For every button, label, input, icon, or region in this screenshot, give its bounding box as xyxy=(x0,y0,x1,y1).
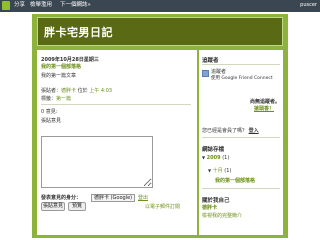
labels-prefix: 標籤： xyxy=(41,96,57,102)
preview-button[interactable]: 預覽 xyxy=(68,202,86,211)
archive-year-link[interactable]: 2009 xyxy=(207,155,221,161)
already-member-line: 您已經是會員了嗎？ 登入 xyxy=(202,128,259,134)
no-followers-text: 尚無追蹤者。 xyxy=(250,99,281,105)
nav-next-blog-link[interactable]: 下一個網誌» xyxy=(60,1,91,10)
sidebar-divider-1 xyxy=(202,137,280,138)
logout-link[interactable]: 登出 xyxy=(138,195,148,201)
nav-share-link[interactable]: 分享 xyxy=(14,1,25,10)
blog-title[interactable]: 胖卡宅男日記 xyxy=(44,24,113,40)
login-link[interactable]: 登入 xyxy=(249,128,259,134)
post-divider xyxy=(41,104,191,105)
already-member-text: 您已經是會員了嗎？ xyxy=(202,128,248,134)
be-first-link[interactable]: 搶頭香！ xyxy=(254,106,274,112)
post-comment-heading: 張貼意見 xyxy=(41,118,62,124)
publish-comment-button[interactable]: 張貼意見 xyxy=(41,202,65,211)
about-name-link[interactable]: 德胖卡 xyxy=(202,205,217,211)
subscribe-email-link[interactable]: 以電子郵件訂閱 xyxy=(145,204,180,210)
byline-at: 位於 xyxy=(77,88,88,94)
blogger-logo-icon[interactable] xyxy=(2,1,10,10)
gfc-logo-icon xyxy=(202,70,209,77)
archive-month-row[interactable]: ▼ 十月 (1) xyxy=(208,168,231,174)
triangle-down-icon[interactable]: ▼ xyxy=(202,155,205,160)
archive-heading: 網誌存檔 xyxy=(202,147,225,153)
archive-month-link[interactable]: 十月 xyxy=(213,168,223,174)
post-date: 2009年10月28日星期三 xyxy=(41,57,99,63)
post-byline: 張貼者：德胖卡 位於 上午 4:03 xyxy=(41,88,112,94)
post-labels: 標籤：第一篇 xyxy=(41,96,71,102)
archive-post-link[interactable]: 我的第一個部落格 xyxy=(215,178,255,184)
comment-textarea[interactable] xyxy=(41,136,153,188)
byline-prefix: 張貼者： xyxy=(41,88,62,94)
nav-report-abuse-link[interactable]: 檢舉濫用 xyxy=(30,1,52,10)
about-profile-link[interactable]: 檢視我的完整簡介 xyxy=(202,213,242,219)
author-link[interactable]: 德胖卡 xyxy=(61,88,76,94)
gfc-text[interactable]: 使用 Google Friend Connect xyxy=(211,76,273,82)
archive-month-count: (1) xyxy=(224,168,232,174)
sidebar-divider-2 xyxy=(202,188,280,189)
label-link[interactable]: 第一篇 xyxy=(56,96,71,102)
followers-label: 追蹤者 xyxy=(211,69,227,75)
post-time-link[interactable]: 上午 4:03 xyxy=(89,88,112,94)
identity-label: 發表意見的身分： xyxy=(41,195,82,201)
post-body: 我的第一篇文章 xyxy=(41,73,77,79)
followers-heading: 追蹤者 xyxy=(202,58,219,64)
about-heading: 關於我自己 xyxy=(202,198,230,204)
nav-right-text[interactable]: puscer xyxy=(300,1,317,10)
post-title-link[interactable]: 我的第一個部落格 xyxy=(41,64,81,70)
identity-select[interactable]: 德胖卡 (Google) xyxy=(91,194,135,202)
archive-year-count: (1) xyxy=(222,155,230,161)
archive-year-row[interactable]: ▼ 2009 (1) xyxy=(202,155,229,161)
triangle-down-icon[interactable]: ▼ xyxy=(208,168,211,173)
comments-heading: 0 意見: xyxy=(41,109,58,115)
followers-divider xyxy=(202,64,280,65)
